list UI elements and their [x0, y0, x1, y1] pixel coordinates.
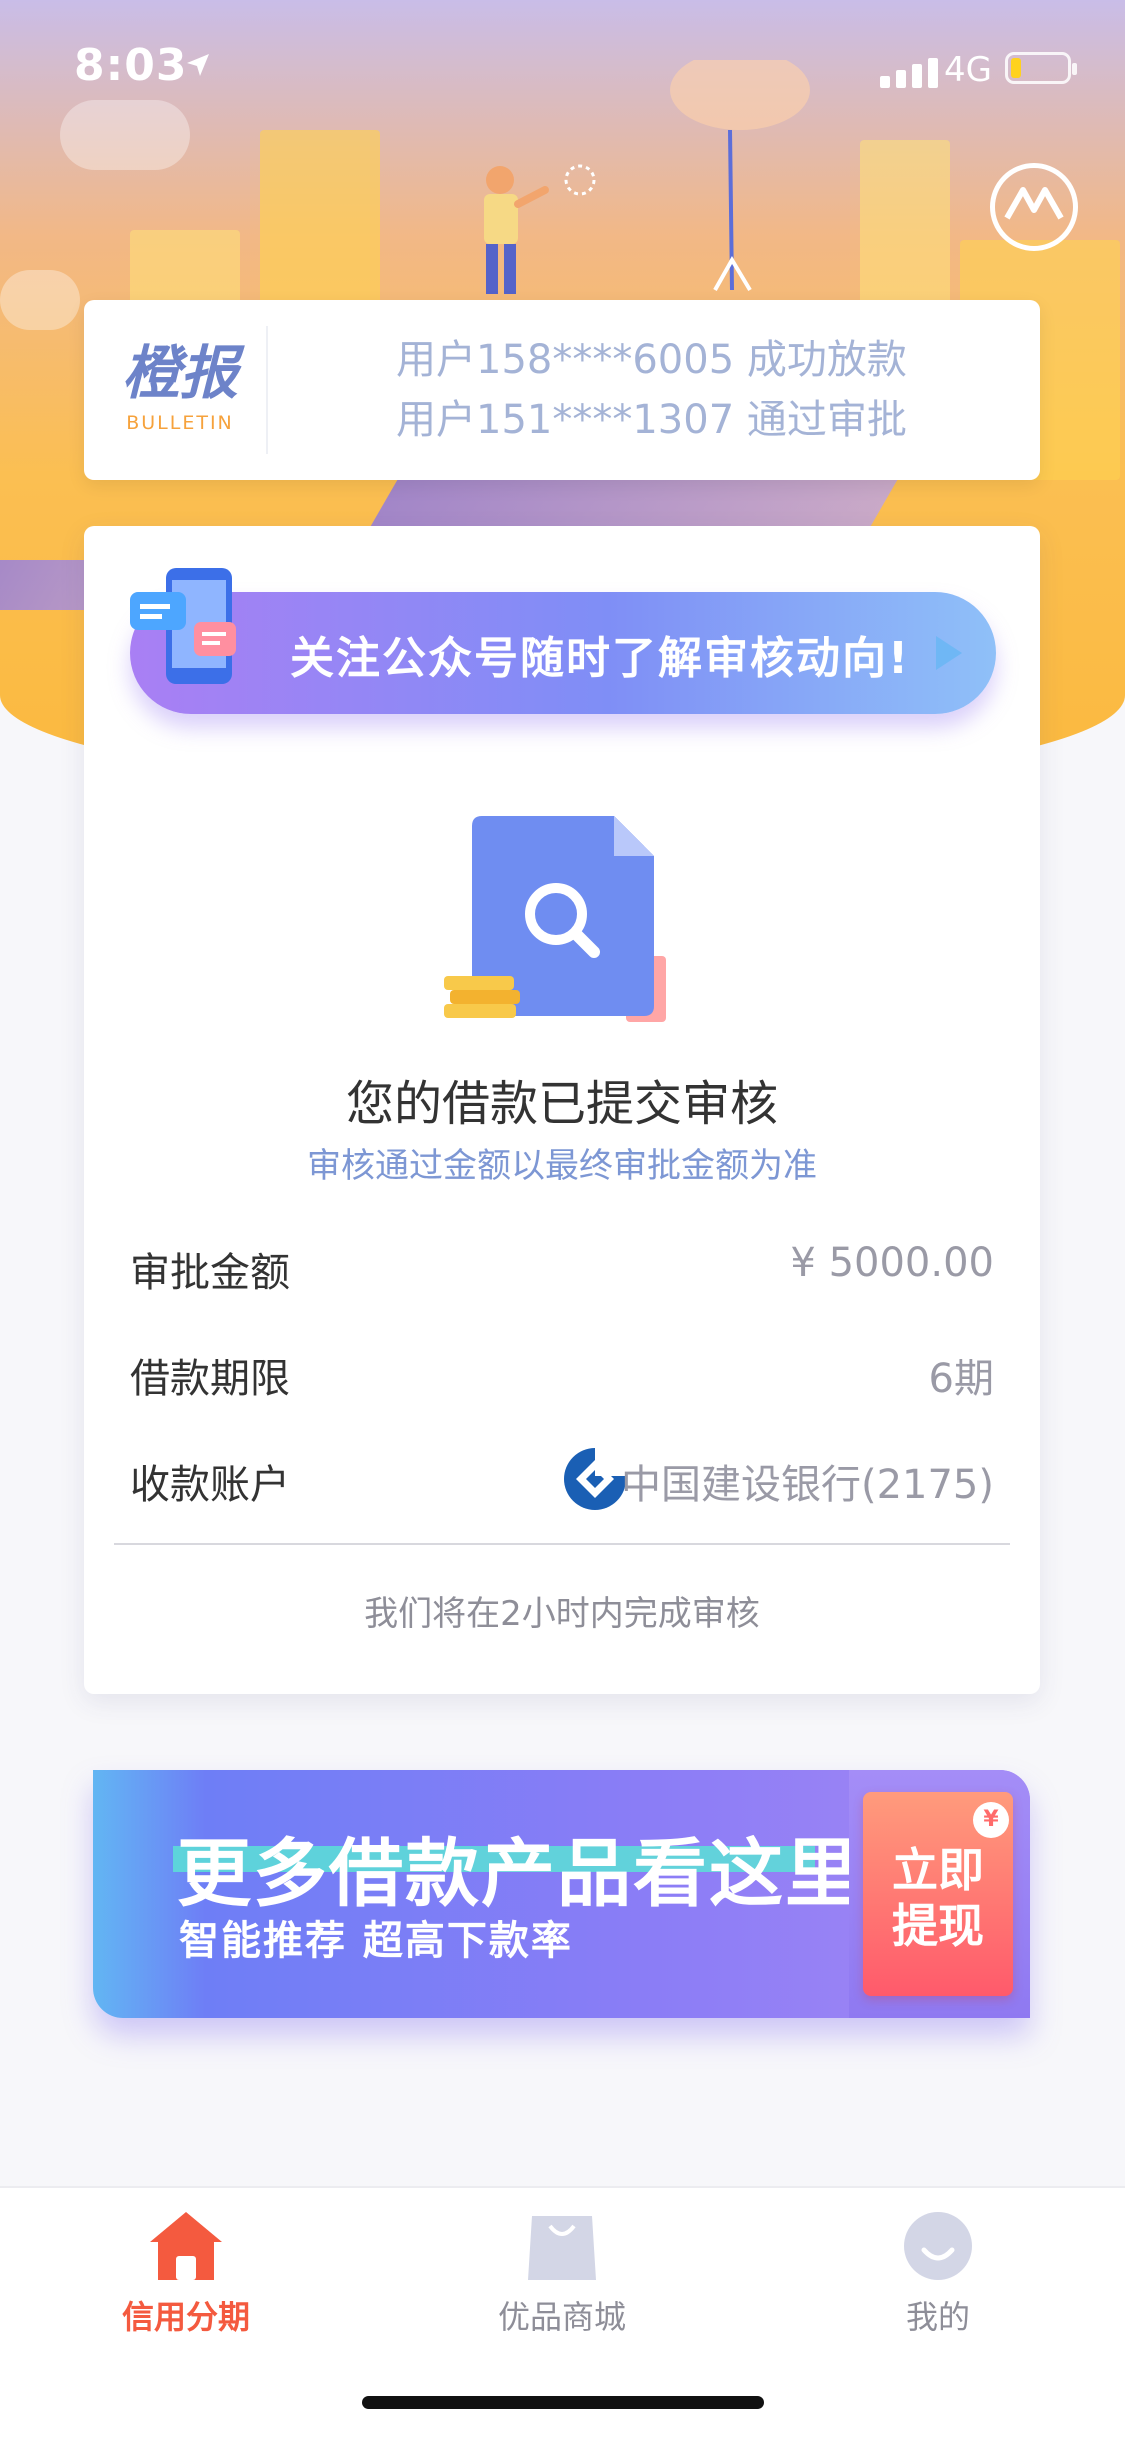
review-subtitle: 审核通过金额以最终审批金额为准: [307, 1146, 817, 1186]
network-type: 4G: [944, 50, 992, 90]
loan-term-row: 借款期限 6期: [130, 1346, 994, 1406]
row-label: 审批金额: [130, 1250, 290, 1296]
shopping-bag-icon: [528, 2216, 596, 2280]
location-arrow-icon: [187, 54, 209, 76]
tab-label: 优品商城: [497, 2298, 626, 2336]
yuan-coin-icon: ¥: [973, 1802, 1009, 1838]
cloud-decoration: [0, 270, 80, 330]
divider: [114, 1543, 1010, 1545]
row-label: 借款期限: [130, 1356, 290, 1402]
cta-line: 立即: [892, 1843, 984, 1897]
tab-mine[interactable]: 我的: [828, 2208, 1048, 2338]
play-arrow-icon: [936, 636, 962, 670]
review-time-note: 我们将在2小时内完成审核: [364, 1594, 760, 1634]
bulletin-message: 用户158****6005 成功放款: [396, 337, 907, 383]
document-search-icon: [444, 816, 666, 1022]
brand-logo-icon[interactable]: [990, 163, 1078, 251]
bulletin-logo: 橙报 BULLETIN: [110, 344, 250, 434]
bulletin-messages: 用户158****6005 成功放款 用户151****1307 通过审批: [396, 330, 907, 450]
tab-credit-installment[interactable]: 信用分期: [76, 2208, 296, 2338]
home-icon: [150, 2212, 222, 2280]
bulletin-logo-en: BULLETIN: [126, 412, 234, 434]
phone-chat-icon: [130, 568, 236, 684]
promo-headline: 更多借款产品看这里: [177, 1831, 861, 1917]
follow-banner-label: 关注公众号随时了解审核动向!: [290, 633, 911, 684]
ccb-bank-icon: [564, 1446, 628, 1510]
approval-amount-row: 审批金额 ¥ 5000.00: [130, 1240, 994, 1300]
bulletin-logo-cn: 橙报: [121, 339, 238, 407]
signal-icon: [880, 58, 938, 88]
battery-icon: [1005, 52, 1077, 84]
row-value: 中国建设银行(2175): [620, 1462, 994, 1508]
review-title: 您的借款已提交审核: [345, 1076, 778, 1132]
status-time: 8:03: [74, 40, 188, 91]
row-value: ¥ 5000.00: [790, 1240, 994, 1286]
sparkle-icon: [564, 164, 596, 196]
receiving-account-row: 收款账户 中国建设银行(2175): [130, 1446, 994, 1512]
bulletin-divider: [266, 326, 268, 454]
tab-label: 信用分期: [121, 2298, 250, 2336]
bulletin-card[interactable]: 橙报 BULLETIN 用户158****6005 成功放款 用户151****…: [84, 300, 1040, 480]
tab-label: 我的: [905, 2298, 970, 2336]
person-illustration: [484, 166, 549, 294]
row-label: 收款账户: [130, 1462, 290, 1508]
status-bar: 8:03 4G: [0, 0, 1125, 140]
loan-products-banner[interactable]: 更多借款产品看这里 智能推荐 超高下款率 立即 提现 ¥: [93, 1770, 1030, 2018]
withdraw-now-button[interactable]: 立即 提现 ¥: [863, 1792, 1013, 1996]
tab-mall[interactable]: 优品商城: [452, 2208, 672, 2338]
home-indicator: [362, 2396, 764, 2409]
row-value: 6期: [928, 1356, 994, 1402]
bulletin-message: 用户151****1307 通过审批: [396, 397, 907, 443]
follow-account-banner[interactable]: 关注公众号随时了解审核动向!: [130, 592, 996, 714]
cta-line: 提现: [892, 1899, 984, 1953]
promo-side-panel: 立即 提现 ¥: [849, 1770, 1030, 2018]
promo-tagline: 智能推荐 超高下款率: [179, 1918, 573, 1964]
review-card: 关注公众号随时了解审核动向! 您的借款已提交审核 审核通过金额以最终审批金额为准…: [84, 526, 1040, 1694]
profile-icon: [904, 2212, 972, 2280]
